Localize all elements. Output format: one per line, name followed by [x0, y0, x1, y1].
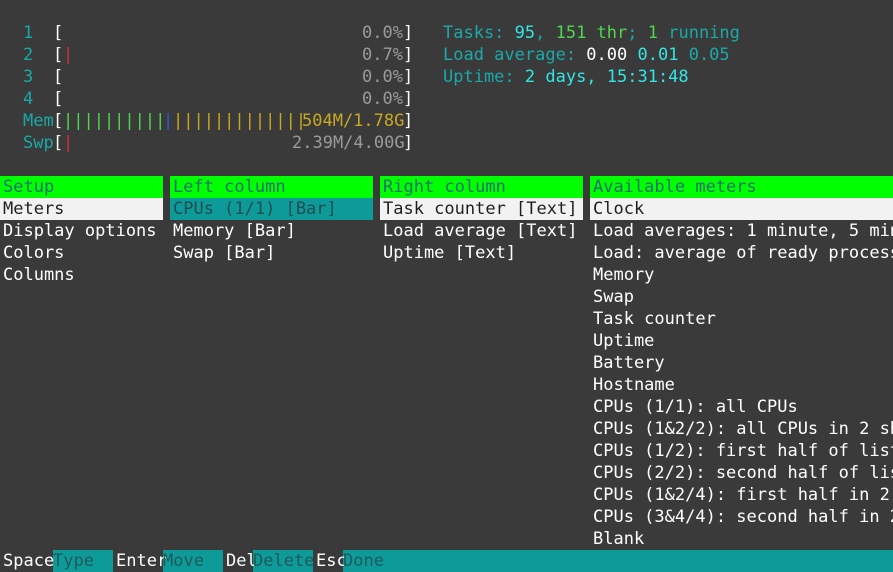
swap-used-bar: |: [63, 133, 74, 153]
tasks-label: Tasks:: [443, 23, 515, 43]
footer-key-enter[interactable]: Enter: [113, 550, 167, 572]
threads-count: 151 thr: [555, 23, 628, 43]
available-meter-item[interactable]: Blank: [590, 528, 893, 550]
setup-item-colors[interactable]: Colors: [0, 242, 163, 264]
function-bar: Space Type Enter Move Del Delete Esc Don…: [0, 550, 893, 572]
available-meter-item[interactable]: CPUs (3&4/4): second half in 2: [590, 506, 893, 528]
available-meter-item[interactable]: CPUs (2/2): second half of lis: [590, 462, 893, 484]
load-five: 0.01: [637, 45, 679, 65]
right-column-item-uptime[interactable]: Uptime [Text]: [380, 242, 583, 264]
available-meter-item[interactable]: CPUs (1/2): first half of list: [590, 440, 893, 462]
setup-header: Setup: [0, 176, 163, 198]
swap-bracket-open: [: [53, 133, 64, 153]
right-column-header: Right column: [380, 176, 583, 198]
available-meter-item[interactable]: Uptime: [590, 330, 893, 352]
uptime-meter: Uptime: 2 days, 15:31:48: [443, 66, 689, 88]
left-column-header: Left column: [170, 176, 373, 198]
available-meter-item[interactable]: Clock: [590, 198, 893, 220]
cpu-bracket-open: [: [53, 89, 64, 109]
swap-bracket-close: ]: [403, 133, 414, 153]
available-meter-item[interactable]: Hostname: [590, 374, 893, 396]
cpu-usage-bar: |: [63, 45, 74, 65]
cpu-value: 0.0%: [362, 89, 403, 109]
available-meter-item[interactable]: CPUs (1&2/4): first half in 2: [590, 484, 893, 506]
right-column-item-load-average[interactable]: Load average [Text]: [380, 220, 583, 242]
cpu-bracket-open: [: [53, 67, 64, 87]
available-meter-item[interactable]: Task counter: [590, 308, 893, 330]
cpu-bracket-open: [: [53, 23, 64, 43]
memory-label: Mem: [23, 111, 54, 131]
footer-key-space[interactable]: Space: [0, 550, 54, 572]
uptime-value: 2 days, 15:31:48: [524, 67, 689, 87]
swap-value: 2.39M/4.00G: [292, 133, 405, 153]
tasks-separator: ,: [535, 23, 556, 43]
setup-item-display-options[interactable]: Display options: [0, 220, 163, 242]
cpu-value: 0.7%: [362, 45, 403, 65]
memory-cache-bar: |||||||||||||: [173, 111, 307, 131]
cpu-bracket-open: [: [53, 45, 64, 65]
tasks-count: 95: [514, 23, 536, 43]
load-label: Load average:: [443, 45, 587, 65]
cpu-value: 0.0%: [362, 23, 403, 43]
running-label: running: [658, 23, 740, 43]
cpu-bracket-close: ]: [403, 89, 414, 109]
footer-label-delete[interactable]: Delete: [253, 550, 314, 572]
cpu-bracket-close: ]: [403, 67, 414, 87]
footer-label-type[interactable]: Type: [53, 550, 94, 572]
available-meter-item[interactable]: Memory: [590, 264, 893, 286]
left-column-item-cpus[interactable]: CPUs (1/1) [Bar]: [170, 198, 373, 220]
available-meter-item[interactable]: CPUs (1/1): all CPUs: [590, 396, 893, 418]
footer-label-move[interactable]: Move: [163, 550, 204, 572]
load-average-meter: Load average: 0.00 0.01 0.05: [443, 44, 730, 66]
load-fifteen: 0.05: [688, 45, 730, 65]
cpu-bracket-close: ]: [403, 23, 414, 43]
cpu-label: 2: [23, 45, 34, 65]
uptime-label: Uptime:: [443, 67, 525, 87]
cpu-bracket-close: ]: [403, 45, 414, 65]
cpu-label: 4: [23, 89, 34, 109]
memory-bracket-close: ]: [403, 111, 414, 131]
setup-item-columns[interactable]: Columns: [0, 264, 163, 286]
right-column-item-task-counter[interactable]: Task counter [Text]: [380, 198, 583, 220]
footer-key-del[interactable]: Del: [223, 550, 257, 572]
swap-label: Swp: [23, 133, 54, 153]
memory-used-bar: ||||||||||: [63, 111, 166, 131]
cpu-label: 3: [23, 67, 34, 87]
available-meter-item[interactable]: Load: average of ready process: [590, 242, 893, 264]
running-count: 1: [647, 23, 659, 43]
cpu-value: 0.0%: [362, 67, 403, 87]
footer-key-esc[interactable]: Esc: [313, 550, 347, 572]
cpu-label: 1: [23, 23, 34, 43]
setup-item-meters[interactable]: Meters: [0, 198, 163, 220]
memory-value: 504M/1.78G: [302, 111, 405, 131]
left-column-item-swap[interactable]: Swap [Bar]: [170, 242, 373, 264]
available-meter-item[interactable]: CPUs (1&2/2): all CPUs in 2 sh: [590, 418, 893, 440]
tasks-separator-2: ;: [627, 23, 648, 43]
memory-buffers-bar: |: [163, 111, 174, 131]
available-meter-item[interactable]: Battery: [590, 352, 893, 374]
available-meter-item[interactable]: Swap: [590, 286, 893, 308]
available-meter-item[interactable]: Load averages: 1 minute, 5 min: [590, 220, 893, 242]
load-one: 0.00: [586, 45, 628, 65]
memory-bracket-open: [: [53, 111, 64, 131]
available-meters-header: Available meters: [590, 176, 893, 198]
task-counter-meter: Tasks: 95, 151 thr; 1 running: [443, 22, 740, 44]
footer-label-done[interactable]: Done: [343, 550, 384, 572]
left-column-item-memory[interactable]: Memory [Bar]: [170, 220, 373, 242]
